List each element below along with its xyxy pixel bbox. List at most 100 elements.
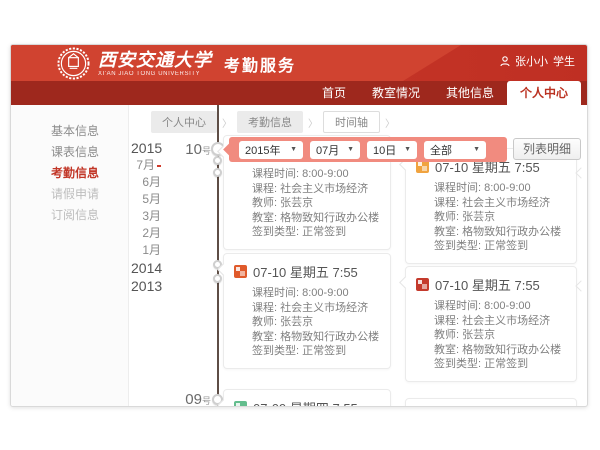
university-seal-icon [57, 47, 90, 80]
breadcrumb-personal-center[interactable]: 个人中心 [151, 111, 217, 133]
app-header: 西安交通大学 XI'AN JIAO TONG UNIVERSITY 考勤服务 张… [11, 45, 587, 81]
screenshot-canvas: 西安交通大学 XI'AN JIAO TONG UNIVERSITY 考勤服务 张… [0, 0, 600, 450]
field-label: 课程: [252, 183, 277, 195]
yearnav-2013[interactable]: 2013 [131, 277, 161, 295]
field-label: 签到类型: [252, 226, 299, 238]
card-tail [575, 167, 586, 178]
field-value-room: 格物致知行政办公楼 [462, 344, 561, 356]
day-marker-10: 10号 [169, 141, 211, 159]
field-label: 课程时间: [252, 168, 299, 180]
breadcrumb-separator-icon: 〉 [222, 115, 232, 130]
field-label: 教室: [252, 331, 277, 343]
timeline-node[interactable] [213, 274, 222, 283]
day-marker-09: 09号 [169, 391, 211, 407]
day-dropdown-value: 10日 [373, 142, 396, 158]
breadcrumb-attendance-info[interactable]: 考勤信息 [237, 111, 303, 133]
field-value-course: 社会主义市场经济 [462, 197, 550, 209]
field-value-room: 格物致知行政办公楼 [280, 331, 379, 343]
yearnav-june[interactable]: 6月 [131, 174, 161, 191]
attendance-type-icon [234, 265, 247, 278]
month-dropdown[interactable]: 07月 ▼ [310, 141, 360, 159]
card-title: 07-10 星期五 7:55 [435, 275, 540, 294]
field-label: 教室: [434, 226, 459, 238]
nav-classroom-status[interactable]: 教室情况 [359, 81, 433, 105]
field-label: 课程: [252, 302, 277, 314]
field-value-sign-type: 正常签到 [302, 226, 346, 238]
scope-dropdown[interactable]: 全部 ▼ [424, 141, 486, 159]
year-dropdown[interactable]: 2015年 ▼ [239, 141, 303, 159]
field-value-course-time: 8:00-9:00 [484, 300, 530, 312]
breadcrumb-separator-icon: 〉 [385, 115, 395, 130]
field-label: 签到类型: [434, 240, 481, 252]
field-value-sign-type: 正常签到 [484, 358, 528, 370]
field-value-sign-type: 正常签到 [302, 345, 346, 357]
nav-personal-center[interactable]: 个人中心 [507, 81, 581, 105]
month-dropdown-value: 07月 [316, 142, 339, 158]
breadcrumb: 个人中心 〉 考勤信息 〉 时间轴 〉 [151, 111, 395, 133]
list-detail-button[interactable]: 列表明细 [513, 138, 581, 160]
field-value-course-time: 8:00-9:00 [484, 182, 530, 194]
field-label: 签到类型: [252, 345, 299, 357]
partial-card [405, 398, 577, 407]
filter-bar: 2015年 ▼ 07月 ▼ 10日 ▼ 全部 ▼ [229, 137, 507, 162]
sidebar: 基本信息 课表信息 考勤信息 请假申请 订阅信息 [11, 105, 129, 406]
sidebar-item-leave-request[interactable]: 请假申请 [11, 184, 128, 205]
timeline-node[interactable] [213, 156, 222, 165]
chevron-down-icon: ▼ [473, 146, 480, 153]
card-title: 07-10 星期五 7:55 [253, 262, 358, 281]
field-label: 课程时间: [434, 300, 481, 312]
attendance-card: 07-10 星期五 7:55 课程时间: 8:00-9:00 课程: 社会主义市… [405, 148, 577, 264]
card-tail [575, 280, 586, 291]
field-value-course: 社会主义市场经济 [280, 183, 368, 195]
field-label: 课程时间: [252, 287, 299, 299]
service-title: 考勤服务 [224, 52, 296, 76]
day-number: 09 [185, 391, 202, 407]
yearnav-march[interactable]: 3月 [131, 208, 161, 225]
field-label: 教师: [252, 316, 277, 328]
field-value-room: 格物致知行政办公楼 [280, 212, 379, 224]
nav-other-info[interactable]: 其他信息 [433, 81, 507, 105]
yearnav-february[interactable]: 2月 [131, 225, 161, 242]
field-value-room: 格物致知行政办公楼 [462, 226, 561, 238]
yearnav-january[interactable]: 1月 [131, 242, 161, 259]
attendance-card: 07-10 星期五 7:55 课程时间: 8:00-9:00 课程: 社会主义市… [223, 253, 391, 369]
attendance-card: 07-10 星期五 7:55 课程时间: 8:00-9:00 课程: 社会主义市… [405, 266, 577, 382]
scope-dropdown-value: 全部 [430, 142, 452, 158]
yearnav-2015[interactable]: 2015 [131, 139, 161, 157]
yearnav-may[interactable]: 5月 [131, 191, 161, 208]
chevron-down-icon: ▼ [290, 146, 297, 153]
field-value-teacher: 张芸京 [462, 211, 495, 223]
field-value-sign-type: 正常签到 [484, 240, 528, 252]
chevron-down-icon: ▼ [347, 146, 354, 153]
attendance-card: 07-09 星期四 7:55 [223, 389, 391, 407]
sidebar-item-attendance-info[interactable]: 考勤信息 [11, 163, 128, 184]
user-role: 学生 [553, 53, 575, 69]
main-nav: 首页 教室情况 其他信息 个人中心 [11, 81, 587, 105]
field-value-course-time: 8:00-9:00 [302, 168, 348, 180]
field-label: 教室: [434, 344, 459, 356]
field-value-teacher: 张芸京 [462, 329, 495, 341]
field-label: 教师: [434, 329, 459, 341]
user-info[interactable]: 张小小 学生 [500, 53, 575, 69]
field-label: 教室: [252, 212, 277, 224]
sidebar-item-schedule-info[interactable]: 课表信息 [11, 142, 128, 163]
sidebar-item-basic-info[interactable]: 基本信息 [11, 121, 128, 142]
breadcrumb-timeline[interactable]: 时间轴 [323, 111, 380, 133]
field-label: 教师: [252, 197, 277, 209]
timeline-node[interactable] [213, 168, 222, 177]
field-label: 课程: [434, 315, 459, 327]
nav-home[interactable]: 首页 [309, 81, 359, 105]
yearnav-2014[interactable]: 2014 [131, 259, 161, 277]
day-dropdown[interactable]: 10日 ▼ [367, 141, 417, 159]
day-number: 10 [185, 141, 202, 158]
field-label: 签到类型: [434, 358, 481, 370]
yearnav-july[interactable]: 7月 [131, 157, 161, 174]
sidebar-item-subscription-info[interactable]: 订阅信息 [11, 205, 128, 226]
user-icon [500, 56, 510, 67]
field-label: 课程: [434, 197, 459, 209]
field-value-teacher: 张芸京 [280, 197, 313, 209]
day-unit: 号 [202, 396, 211, 406]
field-value-teacher: 张芸京 [280, 316, 313, 328]
university-logo-block: 西安交通大学 XI'AN JIAO TONG UNIVERSITY 考勤服务 [57, 47, 296, 80]
app-window: 西安交通大学 XI'AN JIAO TONG UNIVERSITY 考勤服务 张… [10, 44, 588, 407]
